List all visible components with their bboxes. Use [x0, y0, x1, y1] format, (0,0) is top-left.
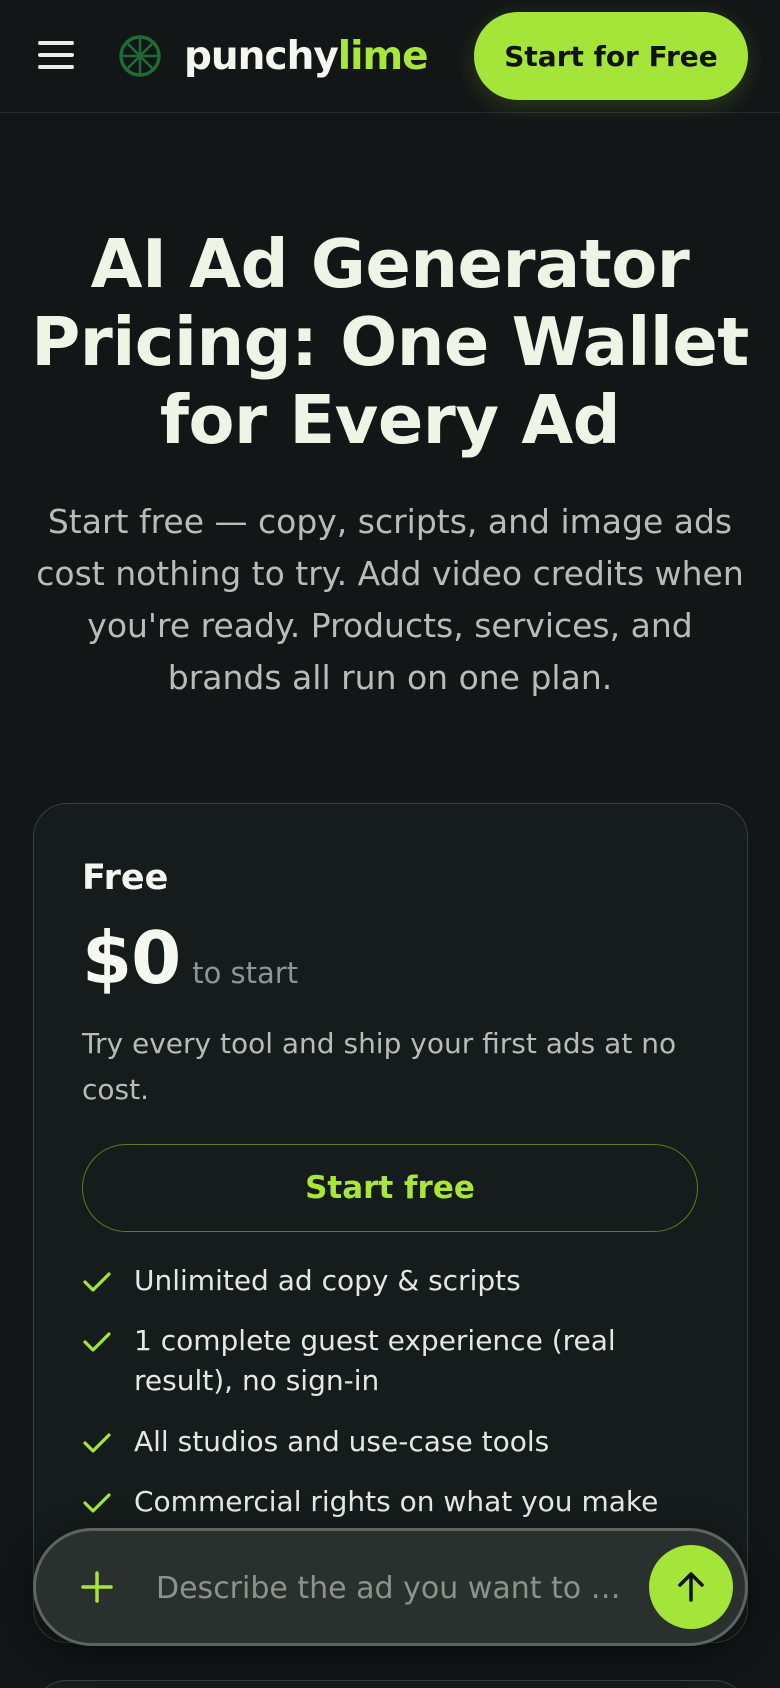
start-free-button[interactable]: Start free — [82, 1144, 698, 1232]
lime-slice-icon — [119, 35, 161, 77]
check-icon — [83, 1272, 111, 1292]
plan-price-suffix: to start — [192, 956, 299, 990]
logo-wordmark: punchylime — [184, 33, 429, 79]
logo[interactable]: punchylime — [118, 28, 429, 84]
logo-word-punchy: punchy — [184, 33, 339, 79]
feature-label: 1 complete guest experience (real result… — [134, 1324, 616, 1397]
feature-label: Commercial rights on what you make — [134, 1485, 659, 1518]
check-icon — [83, 1433, 111, 1453]
feature-item: All studios and use-case tools — [82, 1422, 549, 1462]
check-icon — [83, 1493, 111, 1513]
plus-icon[interactable] — [80, 1570, 114, 1604]
arrow-up-icon — [678, 1572, 704, 1602]
plan-description: Try every tool and ship your first ads a… — [82, 1027, 677, 1106]
send-button[interactable] — [649, 1545, 733, 1629]
feature-label: All studios and use-case tools — [134, 1425, 550, 1458]
free-plan-card: Free $0 to start Try every tool and ship… — [33, 803, 748, 1643]
logo-word-lime: lime — [337, 33, 429, 79]
feature-label: Unlimited ad copy & scripts — [134, 1264, 521, 1297]
price-row: $0 to start — [82, 922, 298, 994]
next-plan-card — [33, 1680, 748, 1688]
feature-item: Commercial rights on what you make — [82, 1482, 658, 1522]
page-title: AI Ad Generator Pricing: One Wallet for … — [31, 225, 749, 459]
site-header: punchylime Start for Free — [0, 0, 780, 113]
hamburger-icon[interactable] — [38, 41, 74, 69]
pricing-page: punchylime Start for Free AI Ad Generato… — [0, 0, 780, 1688]
page-subtitle: Start free — copy, scripts, and image ad… — [36, 502, 744, 697]
plan-name: Free — [82, 858, 169, 898]
feature-item: Unlimited ad copy & scripts — [82, 1261, 521, 1301]
ad-prompt-input[interactable] — [156, 1561, 656, 1615]
ad-prompt-bar — [33, 1528, 748, 1646]
feature-item: 1 complete guest experience (real result… — [82, 1321, 702, 1401]
start-for-free-button[interactable]: Start for Free — [474, 12, 748, 100]
check-icon — [83, 1332, 111, 1352]
plan-price: $0 — [82, 916, 181, 1000]
